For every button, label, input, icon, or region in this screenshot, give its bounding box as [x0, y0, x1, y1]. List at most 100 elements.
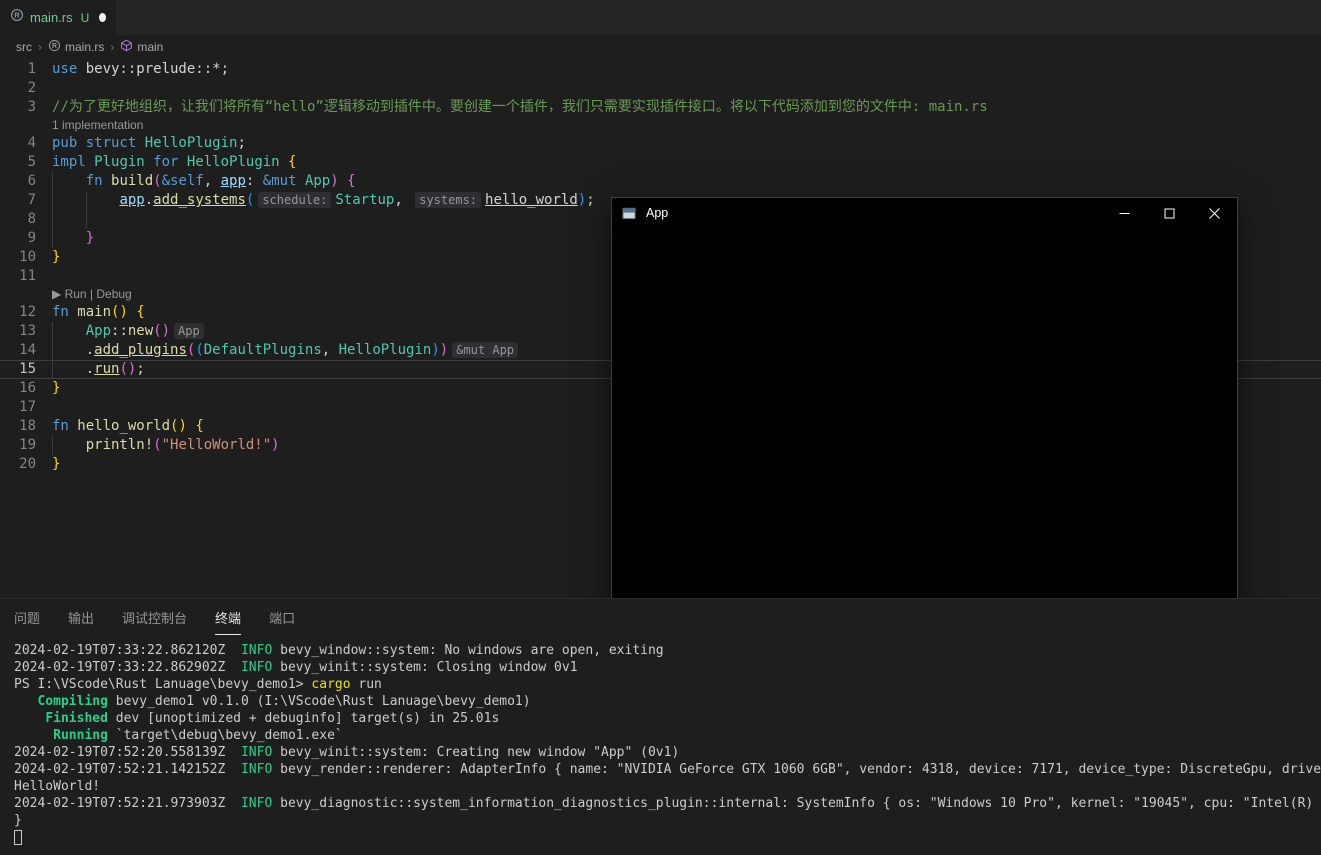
terminal-output[interactable]: 2024-02-19T07:33:22.862120Z INFO bevy_wi…	[0, 634, 1321, 846]
line-number: 7	[0, 191, 36, 210]
panel-tab-output[interactable]: 输出	[68, 599, 94, 635]
code-line[interactable]: 5impl Plugin for HelloPlugin {	[0, 153, 1321, 172]
token: }	[52, 380, 60, 396]
code-text: //为了更好地组织，让我们将所有“hello”逻辑移动到插件中。要创建一个插件，…	[52, 99, 988, 115]
token: //为了更好地组织，让我们将所有“hello”逻辑移动到插件中。要创建一个插件，…	[52, 99, 988, 115]
token: build	[111, 173, 153, 189]
terminal-line[interactable]: 2024-02-19T07:52:21.973903Z INFO bevy_di…	[14, 795, 1321, 812]
token: &mut	[263, 173, 305, 189]
terminal-line[interactable]: Finished dev [unoptimized + debuginfo] t…	[14, 710, 1321, 727]
token: bevy_winit::system: Creating new window …	[272, 745, 679, 760]
token: ,	[394, 192, 411, 208]
token: Compiling	[37, 694, 107, 709]
git-status-badge: U	[81, 11, 90, 25]
breadcrumb-item-main-symbol[interactable]: main	[120, 39, 163, 55]
token: 2024-02-19T07:52:21.973903Z	[14, 796, 241, 811]
token: fn	[52, 418, 77, 434]
editor-tab-bar: R main.rs U	[0, 0, 1321, 35]
code-text: }	[52, 230, 94, 246]
tab-main-rs[interactable]: R main.rs U	[0, 0, 116, 35]
token: Finished	[45, 711, 108, 726]
line-number: 16	[0, 379, 36, 398]
app-window-titlebar[interactable]: App	[612, 198, 1237, 228]
line-number: 5	[0, 153, 36, 172]
minimize-icon	[1119, 208, 1130, 219]
terminal-line[interactable]: Compiling bevy_demo1 v0.1.0 (I:\VScode\R…	[14, 693, 1321, 710]
token: ::	[111, 323, 128, 339]
terminal-line[interactable]: Running `target\debug\bevy_demo1.exe`	[14, 727, 1321, 744]
code-line[interactable]: 2	[0, 79, 1321, 98]
code-line[interactable]: 3//为了更好地组织，让我们将所有“hello”逻辑移动到插件中。要创建一个插件…	[0, 98, 1321, 117]
token: ()	[170, 418, 187, 434]
breadcrumb-item-src[interactable]: src	[16, 40, 32, 54]
token: bevy_diagnostic::system_information_diag…	[272, 796, 1321, 811]
code-editor[interactable]: 1use bevy::prelude::*;23//为了更好地组织，让我们将所有…	[0, 58, 1321, 598]
terminal-line[interactable]: PS I:\VScode\Rust Lanuage\bevy_demo1> ca…	[14, 676, 1321, 693]
indent-guide	[52, 341, 53, 360]
terminal-line[interactable]: 2024-02-19T07:33:22.862902Z INFO bevy_wi…	[14, 659, 1321, 676]
terminal-line[interactable]: }	[14, 812, 1321, 829]
token: App	[305, 173, 330, 189]
token: ;	[136, 361, 144, 377]
code-text: pub struct HelloPlugin;	[52, 135, 246, 151]
indent-guide	[52, 322, 53, 341]
close-icon	[1209, 208, 1220, 219]
code-text: fn build(&self, app: &mut App) {	[52, 173, 356, 189]
indent-guide	[52, 210, 53, 229]
line-number: 19	[0, 436, 36, 455]
panel-tab-debug-console[interactable]: 调试控制台	[122, 599, 187, 635]
token: .	[52, 342, 94, 358]
token: Startup	[335, 192, 394, 208]
chevron-right-icon: ›	[108, 40, 116, 54]
code-line[interactable]: 6 fn build(&self, app: &mut App) {	[0, 172, 1321, 191]
token: hello_world	[485, 192, 578, 208]
terminal-line[interactable]: 2024-02-19T07:33:22.862120Z INFO bevy_wi…	[14, 642, 1321, 659]
token: bevy_window::system: No windows are open…	[272, 643, 663, 658]
app-window[interactable]: App	[611, 197, 1238, 598]
token: fn	[52, 304, 77, 320]
token: App	[86, 323, 111, 339]
terminal-line[interactable]: 2024-02-19T07:52:21.142152Z INFO bevy_re…	[14, 761, 1321, 778]
code-line[interactable]: 4pub struct HelloPlugin;	[0, 134, 1321, 153]
token: add_systems	[153, 192, 246, 208]
terminal-line[interactable]: 2024-02-19T07:52:20.558139Z INFO bevy_wi…	[14, 744, 1321, 761]
close-button[interactable]	[1192, 198, 1237, 228]
token: {	[136, 304, 144, 320]
panel-tab-terminal[interactable]: 终端	[215, 599, 241, 635]
token: run	[351, 677, 382, 692]
token: .	[145, 192, 153, 208]
token: )	[271, 437, 279, 453]
token: pub struct	[52, 135, 145, 151]
token: add_plugins	[94, 342, 187, 358]
indent-guide	[52, 229, 53, 248]
terminal-line[interactable]	[14, 829, 1321, 846]
modified-dot-icon[interactable]	[99, 13, 106, 22]
token: )	[330, 173, 338, 189]
minimize-button[interactable]	[1102, 198, 1147, 228]
code-line[interactable]: 1use bevy::prelude::*;	[0, 60, 1321, 79]
codelens-text: 1 implementation	[52, 117, 143, 133]
token: {	[195, 418, 203, 434]
token: Running	[53, 728, 108, 743]
token: hello_world	[77, 418, 170, 434]
indent-guide	[52, 360, 53, 379]
panel-tab-ports[interactable]: 端口	[269, 599, 295, 635]
token: INFO	[241, 643, 272, 658]
code-text: }	[52, 380, 60, 396]
codelens[interactable]: 1 implementation	[0, 117, 1321, 134]
token: }	[86, 230, 94, 246]
token: ,	[204, 173, 221, 189]
token: dev [unoptimized + debuginfo] target(s) …	[108, 711, 499, 726]
line-number: 2	[0, 79, 36, 98]
token: println!	[86, 437, 153, 453]
terminal-line[interactable]: HelloWorld!	[14, 778, 1321, 795]
code-text: fn main() {	[52, 304, 145, 320]
token: fn	[86, 173, 111, 189]
breadcrumb-item-main-rs[interactable]: R main.rs	[48, 39, 104, 55]
codelens-text: ▶ Run | Debug	[52, 286, 132, 302]
maximize-button[interactable]	[1147, 198, 1192, 228]
panel-tab-problems[interactable]: 问题	[14, 599, 40, 635]
token: (	[153, 437, 161, 453]
token: use	[52, 61, 86, 77]
token: app	[221, 173, 246, 189]
